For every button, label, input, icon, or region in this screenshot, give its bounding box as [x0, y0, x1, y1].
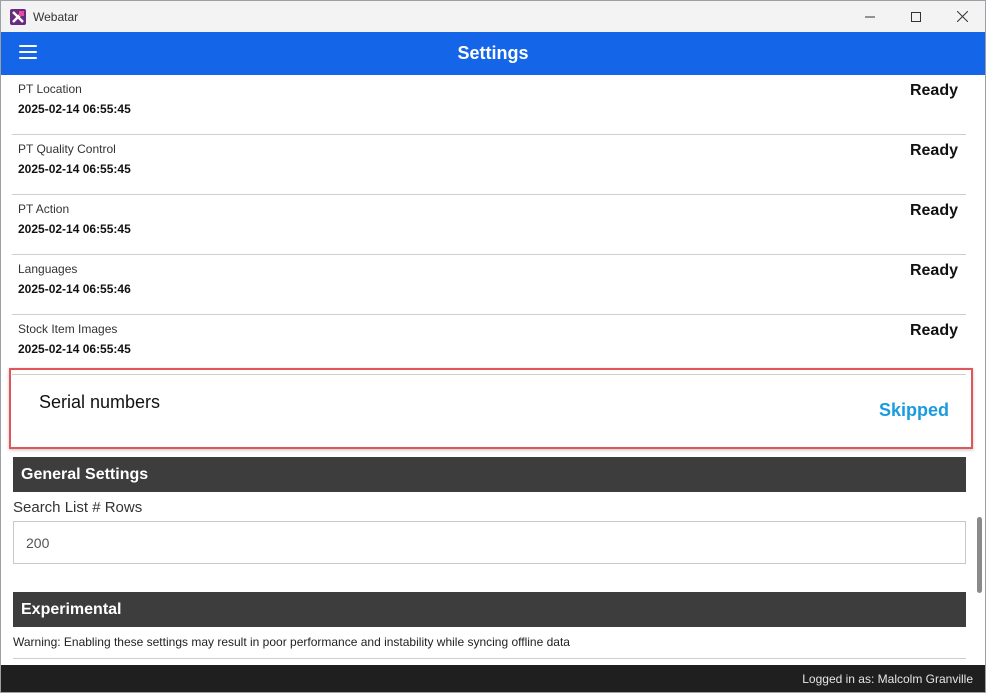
title-bar: Webatar: [1, 1, 985, 32]
serial-numbers-status: Skipped: [878, 400, 949, 420]
sync-item-status: Ready: [909, 202, 958, 219]
sync-item-pt-quality-control: PT Quality Control 2025-02-14 06:55:45 R…: [12, 135, 966, 195]
sync-item-pt-location: PT Location 2025-02-14 06:55:45 Ready: [12, 75, 966, 135]
app-bar: Settings: [1, 32, 985, 75]
sync-item-name: PT Location: [18, 82, 82, 96]
sync-item-timestamp: 2025-02-14 06:55:45: [18, 162, 131, 176]
app-window: Webatar Settings PT Location 2025-02-14 …: [0, 0, 986, 693]
sync-item-name: Stock Item Images: [18, 322, 118, 336]
sync-item-name: PT Action: [18, 202, 70, 216]
sync-item-name: PT Quality Control: [18, 142, 116, 156]
logged-in-user: Logged in as: Malcolm Granville: [802, 672, 973, 686]
sync-item-name: Languages: [18, 262, 78, 276]
maximize-button[interactable]: [893, 1, 939, 32]
window-title: Webatar: [33, 9, 79, 24]
page-title: Settings: [457, 43, 529, 63]
minimize-button[interactable]: [847, 1, 893, 32]
serial-numbers-label: Serial numbers: [39, 392, 161, 412]
settings-content[interactable]: PT Location 2025-02-14 06:55:45 Ready PT…: [1, 75, 985, 665]
close-button[interactable]: [939, 1, 985, 32]
sync-item-timestamp: 2025-02-14 06:55:45: [18, 222, 131, 236]
experimental-warning: Warning: Enabling these settings may res…: [13, 635, 570, 649]
sync-item-status: Ready: [909, 82, 958, 99]
sync-item-stock-item-images: Stock Item Images 2025-02-14 06:55:45 Re…: [12, 315, 966, 375]
minimize-icon: [865, 16, 875, 17]
divider: [13, 658, 966, 659]
sync-item-timestamp: 2025-02-14 06:55:46: [18, 282, 131, 296]
sync-item-status: Ready: [909, 322, 958, 339]
search-rows-input[interactable]: [13, 521, 966, 564]
webatar-logo-icon: [10, 8, 26, 25]
maximize-icon: [911, 11, 921, 22]
general-settings-header: General Settings: [13, 457, 966, 492]
sync-item-pt-action: PT Action 2025-02-14 06:55:45 Ready: [12, 195, 966, 255]
sync-item-serial-numbers: Serial numbers Skipped: [9, 368, 973, 449]
status-bar: Logged in as: Malcolm Granville: [1, 665, 985, 692]
vertical-scrollbar[interactable]: [977, 517, 982, 593]
sync-item-status: Ready: [909, 142, 958, 159]
sync-item-languages: Languages 2025-02-14 06:55:46 Ready: [12, 255, 966, 315]
sync-item-status: Ready: [909, 262, 958, 279]
close-icon: [956, 11, 968, 22]
search-rows-label: Search List # Rows: [13, 499, 143, 516]
sync-item-timestamp: 2025-02-14 06:55:45: [18, 102, 131, 116]
experimental-header: Experimental: [13, 592, 966, 627]
sync-item-timestamp: 2025-02-14 06:55:45: [18, 342, 131, 356]
